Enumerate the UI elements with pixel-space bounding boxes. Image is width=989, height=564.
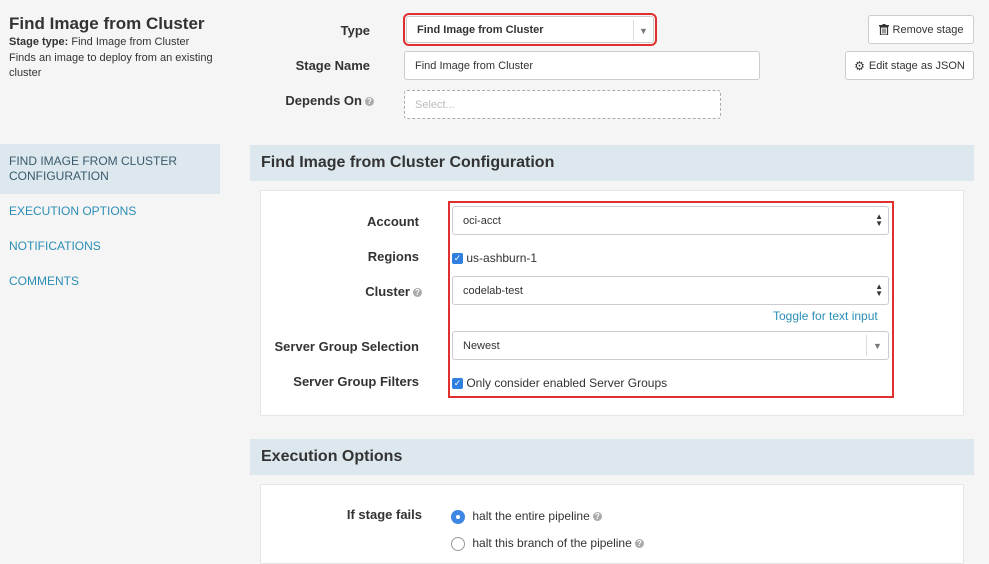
if-fails-label: If stage fails: [346, 507, 422, 522]
chevron-down-icon[interactable]: ▼: [633, 20, 653, 41]
region-label: us-ashburn-1: [466, 251, 538, 265]
radio-selected-icon[interactable]: [451, 509, 465, 524]
depends-on-label: Depends On?: [270, 93, 374, 108]
region-checkbox-row[interactable]: ✓ us-ashburn-1: [452, 251, 537, 265]
sg-selection-select[interactable]: Newest ▼: [452, 331, 889, 360]
sidebar-item-notifications[interactable]: NOTIFICATIONS: [0, 239, 220, 253]
radio-unselected-icon[interactable]: [451, 536, 465, 551]
stage-type-line: Stage type: Find Image from Cluster: [9, 36, 189, 48]
help-icon[interactable]: ?: [592, 512, 602, 522]
execution-panel: [260, 484, 964, 564]
updown-icon: ▲ ▼: [875, 282, 883, 298]
depends-on-text: Depends On: [285, 93, 362, 108]
stage-type-label: Stage type:: [9, 36, 69, 48]
regions-label: Regions: [367, 249, 419, 264]
account-label: Account: [367, 214, 419, 229]
type-select-value: Find Image from Cluster: [417, 23, 544, 36]
checkbox-checked-icon[interactable]: ✓: [452, 253, 463, 265]
help-icon[interactable]: ?: [413, 288, 422, 298]
help-icon[interactable]: ?: [634, 539, 644, 549]
cluster-label: Cluster?: [300, 284, 422, 299]
cluster-value: codelab-test: [463, 284, 523, 297]
sg-filters-label: Server Group Filters: [293, 374, 419, 389]
chevron-down-icon[interactable]: ▼: [866, 335, 888, 356]
page-title: Find Image from Cluster: [9, 14, 205, 33]
sg-selection-value: Newest: [463, 339, 500, 352]
stage-name-label: Stage Name: [295, 58, 370, 73]
sidebar-item-configuration[interactable]: FIND IMAGE FROM CLUSTER CONFIGURATION: [0, 144, 220, 194]
type-label: Type: [340, 23, 370, 38]
stage-name-input[interactable]: Find Image from Cluster: [404, 51, 760, 80]
depends-on-select[interactable]: Select...: [404, 90, 721, 119]
stage-type-value: Find Image from Cluster: [71, 36, 190, 48]
gear-icon: ⚙: [854, 58, 865, 73]
execution-section-heading: Execution Options: [250, 439, 974, 475]
edit-json-button[interactable]: ⚙ Edit stage as JSON: [845, 51, 974, 80]
trash-icon: [878, 24, 889, 35]
updown-icon: ▲ ▼: [875, 212, 883, 228]
sg-filter-checkbox-row[interactable]: ✓ Only consider enabled Server Groups: [452, 376, 667, 390]
stage-name-value: Find Image from Cluster: [415, 59, 533, 72]
help-icon[interactable]: ?: [365, 97, 374, 107]
checkbox-checked-icon[interactable]: ✓: [452, 378, 463, 390]
sidebar-item-comments[interactable]: COMMENTS: [0, 274, 220, 288]
sg-selection-label: Server Group Selection: [274, 339, 420, 354]
halt-branch-label: halt this branch of the pipeline: [472, 536, 632, 550]
halt-pipeline-label: halt the entire pipeline: [472, 509, 590, 523]
account-value: oci-acct: [463, 214, 501, 227]
cluster-select[interactable]: codelab-test ▲ ▼: [452, 276, 889, 305]
cluster-label-text: Cluster: [365, 284, 410, 299]
type-select[interactable]: Find Image from Cluster ▼: [403, 13, 657, 46]
radio-halt-pipeline[interactable]: halt the entire pipeline?: [451, 509, 602, 524]
stage-description: Finds an image to deploy from an existin…: [9, 52, 213, 79]
account-select[interactable]: oci-acct ▲ ▼: [452, 206, 889, 235]
toggle-text-input-link[interactable]: Toggle for text input: [773, 309, 878, 323]
config-section-heading: Find Image from Cluster Configuration: [250, 145, 974, 181]
edit-json-label: Edit stage as JSON: [868, 59, 965, 72]
remove-stage-label: Remove stage: [892, 23, 964, 36]
radio-halt-branch[interactable]: halt this branch of the pipeline?: [451, 536, 644, 551]
sg-filter-label: Only consider enabled Server Groups: [466, 376, 668, 390]
remove-stage-button[interactable]: Remove stage: [868, 15, 974, 44]
sidebar-item-execution-options[interactable]: EXECUTION OPTIONS: [0, 204, 220, 218]
depends-on-placeholder: Select...: [415, 98, 455, 111]
